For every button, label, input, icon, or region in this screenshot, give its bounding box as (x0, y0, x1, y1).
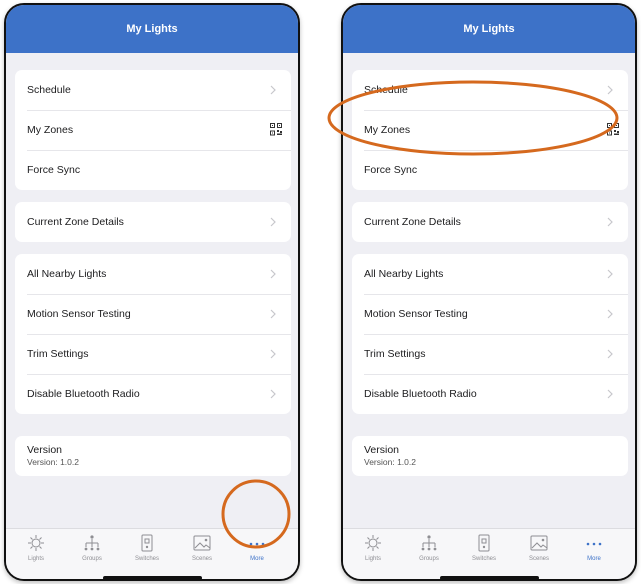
chevron-right-icon (270, 389, 276, 399)
menu-item-label: Motion Sensor Testing (364, 308, 468, 320)
settings-group-2: Current Zone Details (15, 202, 291, 242)
tab-scenes[interactable]: Scenes (519, 533, 559, 567)
groups-icon (421, 535, 437, 551)
menu-item-label: Motion Sensor Testing (27, 308, 131, 320)
tab-switches[interactable]: Switches (464, 533, 504, 567)
settings-group-1: Schedule My Zones Force Sync (15, 70, 291, 190)
tab-switches[interactable]: Switches (127, 533, 167, 567)
version-title: Version (27, 444, 63, 456)
menu-item-label: Current Zone Details (27, 216, 124, 228)
nav-bar: My Lights (343, 5, 635, 53)
tab-scenes[interactable]: Scenes (182, 533, 222, 567)
menu-item-my-zones[interactable]: My Zones (15, 110, 291, 150)
version-title: Version (364, 444, 400, 456)
chevron-right-icon (607, 269, 613, 279)
menu-item-label: Schedule (27, 84, 71, 96)
menu-item-current-zone-details[interactable]: Current Zone Details (15, 202, 291, 242)
menu-item-label: All Nearby Lights (27, 268, 107, 280)
nav-bar: My Lights (6, 5, 298, 53)
menu-item-label: Force Sync (364, 164, 418, 176)
chevron-right-icon (270, 309, 276, 319)
menu-item-label: My Zones (364, 124, 411, 136)
menu-item-disable-bluetooth-radio[interactable]: Disable Bluetooth Radio (352, 374, 628, 414)
tab-bar: Lights Groups Switches Scenes More (6, 528, 298, 579)
version-value: Version: 1.0.2 (364, 457, 416, 467)
chevron-right-icon (607, 309, 613, 319)
chevron-right-icon (270, 349, 276, 359)
tab-label: Lights (27, 556, 44, 562)
more-dots-icon (249, 542, 265, 546)
tab-groups[interactable]: Groups (409, 533, 449, 567)
menu-item-label: Schedule (364, 84, 408, 96)
home-indicator (103, 576, 202, 579)
qr-code-icon[interactable] (607, 123, 619, 136)
more-dots-icon (586, 542, 602, 546)
groups-icon (84, 535, 100, 551)
chevron-right-icon (607, 85, 613, 95)
settings-group-2: Current Zone Details (352, 202, 628, 242)
menu-item-label: Force Sync (27, 164, 81, 176)
menu-item-schedule[interactable]: Schedule (352, 70, 628, 110)
menu-item-trim-settings[interactable]: Trim Settings (352, 334, 628, 374)
chevron-right-icon (607, 349, 613, 359)
menu-item-all-nearby-lights[interactable]: All Nearby Lights (352, 254, 628, 294)
menu-item-disable-bluetooth-radio[interactable]: Disable Bluetooth Radio (15, 374, 291, 414)
menu-item-label: My Zones (27, 124, 74, 136)
tab-more[interactable]: More (574, 533, 614, 567)
menu-item-label: Disable Bluetooth Radio (27, 388, 140, 400)
tab-lights[interactable]: Lights (16, 533, 56, 567)
qr-code-icon[interactable] (270, 123, 282, 136)
tab-label: More (587, 556, 601, 562)
settings-group-3: All Nearby Lights Motion Sensor Testing … (352, 254, 628, 414)
tab-label: Scenes (528, 556, 549, 562)
home-indicator (440, 576, 539, 579)
chevron-right-icon (270, 269, 276, 279)
chevron-right-icon (607, 389, 613, 399)
version-value: Version: 1.0.2 (27, 457, 79, 467)
menu-item-force-sync[interactable]: Force Sync (352, 150, 628, 190)
menu-item-force-sync[interactable]: Force Sync (15, 150, 291, 190)
comparison-stage: My Lights Schedule My Zones Force Sync C… (0, 0, 641, 584)
scenes-icon (193, 535, 211, 551)
chevron-right-icon (270, 85, 276, 95)
switch-icon (478, 534, 490, 552)
light-bulb-icon (365, 535, 381, 551)
tab-label: Switches (134, 556, 159, 562)
scenes-icon (530, 535, 548, 551)
tab-label: More (250, 556, 264, 562)
tab-label: Lights (364, 556, 381, 562)
menu-item-schedule[interactable]: Schedule (15, 70, 291, 110)
page-title: My Lights (463, 23, 515, 35)
tab-groups[interactable]: Groups (72, 533, 112, 567)
settings-group-1: Schedule My Zones Force Sync (352, 70, 628, 190)
tab-label: Switches (471, 556, 496, 562)
light-bulb-icon (28, 535, 44, 551)
tab-bar: Lights Groups Switches Scenes More (343, 528, 635, 579)
menu-item-label: Trim Settings (27, 348, 89, 360)
menu-item-label: All Nearby Lights (364, 268, 444, 280)
menu-item-label: Disable Bluetooth Radio (364, 388, 477, 400)
tab-label: Groups (419, 556, 439, 562)
settings-group-3: All Nearby Lights Motion Sensor Testing … (15, 254, 291, 414)
menu-item-my-zones[interactable]: My Zones (352, 110, 628, 150)
page-title: My Lights (126, 23, 178, 35)
chevron-right-icon (607, 217, 613, 227)
version-info: Version Version: 1.0.2 (15, 436, 291, 476)
switch-icon (141, 534, 153, 552)
menu-item-motion-sensor-testing[interactable]: Motion Sensor Testing (15, 294, 291, 334)
tab-label: Scenes (191, 556, 212, 562)
menu-item-all-nearby-lights[interactable]: All Nearby Lights (15, 254, 291, 294)
tab-more[interactable]: More (237, 533, 277, 567)
menu-item-label: Current Zone Details (364, 216, 461, 228)
menu-item-motion-sensor-testing[interactable]: Motion Sensor Testing (352, 294, 628, 334)
menu-item-label: Trim Settings (364, 348, 426, 360)
tab-lights[interactable]: Lights (353, 533, 393, 567)
chevron-right-icon (270, 217, 276, 227)
menu-item-trim-settings[interactable]: Trim Settings (15, 334, 291, 374)
phone-screen-left: My Lights Schedule My Zones Force Sync C… (4, 3, 300, 581)
menu-item-current-zone-details[interactable]: Current Zone Details (352, 202, 628, 242)
phone-screen-right: My Lights Schedule My Zones Force Sync C… (341, 3, 637, 581)
tab-label: Groups (82, 556, 102, 562)
version-info: Version Version: 1.0.2 (352, 436, 628, 476)
